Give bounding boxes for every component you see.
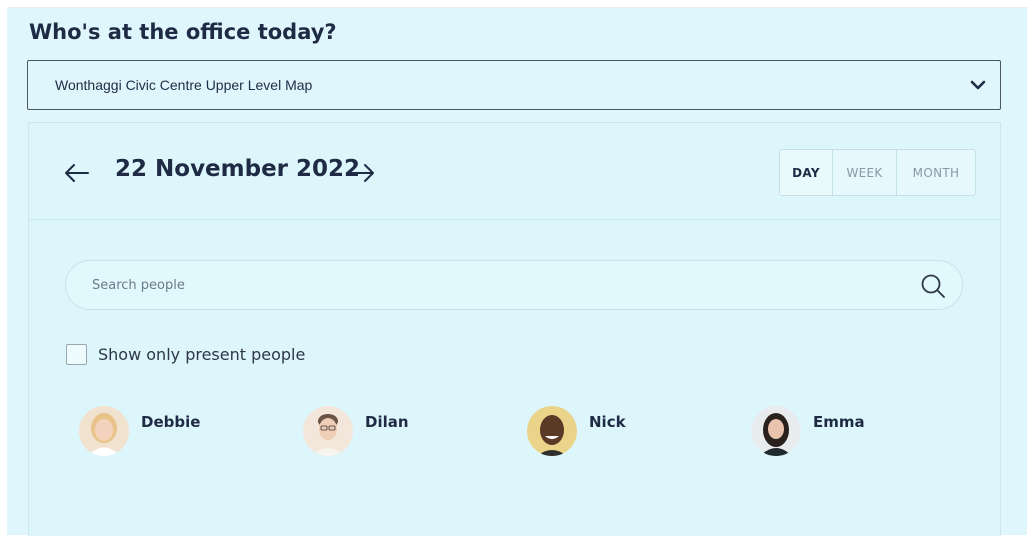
person-item[interactable]: Dilan (303, 406, 409, 456)
avatar (303, 406, 353, 456)
current-date: 22 November 2022 (115, 156, 361, 182)
avatar (751, 406, 801, 456)
chevron-down-icon[interactable] (968, 75, 988, 95)
present-filter-checkbox[interactable] (66, 344, 87, 365)
location-select[interactable]: Wonthaggi Civic Centre Upper Level Map (27, 60, 1001, 110)
person-name: Nick (589, 413, 626, 431)
arrow-left-icon[interactable] (62, 159, 92, 187)
person-item[interactable]: Nick (527, 406, 626, 456)
person-name: Dilan (365, 413, 409, 431)
attendance-card: 22 November 2022 DAY WEEK MONTH Show onl… (28, 122, 1001, 536)
person-name: Emma (813, 413, 865, 431)
person-name: Debbie (141, 413, 201, 431)
view-day-button[interactable]: DAY (780, 150, 832, 195)
page-title: Who's at the office today? (29, 20, 337, 44)
view-toggle: DAY WEEK MONTH (779, 149, 976, 196)
present-filter: Show only present people (66, 344, 305, 365)
present-filter-label: Show only present people (98, 345, 306, 364)
search-icon[interactable] (920, 273, 946, 299)
avatar (79, 406, 129, 456)
app-frame: Who's at the office today? Wonthaggi Civ… (7, 7, 1027, 536)
search-input[interactable] (92, 270, 892, 300)
location-select-value: Wonthaggi Civic Centre Upper Level Map (55, 77, 313, 93)
search-bar (65, 260, 963, 310)
person-item[interactable]: Emma (751, 406, 865, 456)
view-week-button[interactable]: WEEK (832, 150, 896, 195)
avatar (527, 406, 577, 456)
date-header: 22 November 2022 DAY WEEK MONTH (29, 123, 1000, 220)
arrow-right-icon[interactable] (347, 159, 377, 187)
view-month-button[interactable]: MONTH (896, 150, 975, 195)
person-item[interactable]: Debbie (79, 406, 200, 456)
